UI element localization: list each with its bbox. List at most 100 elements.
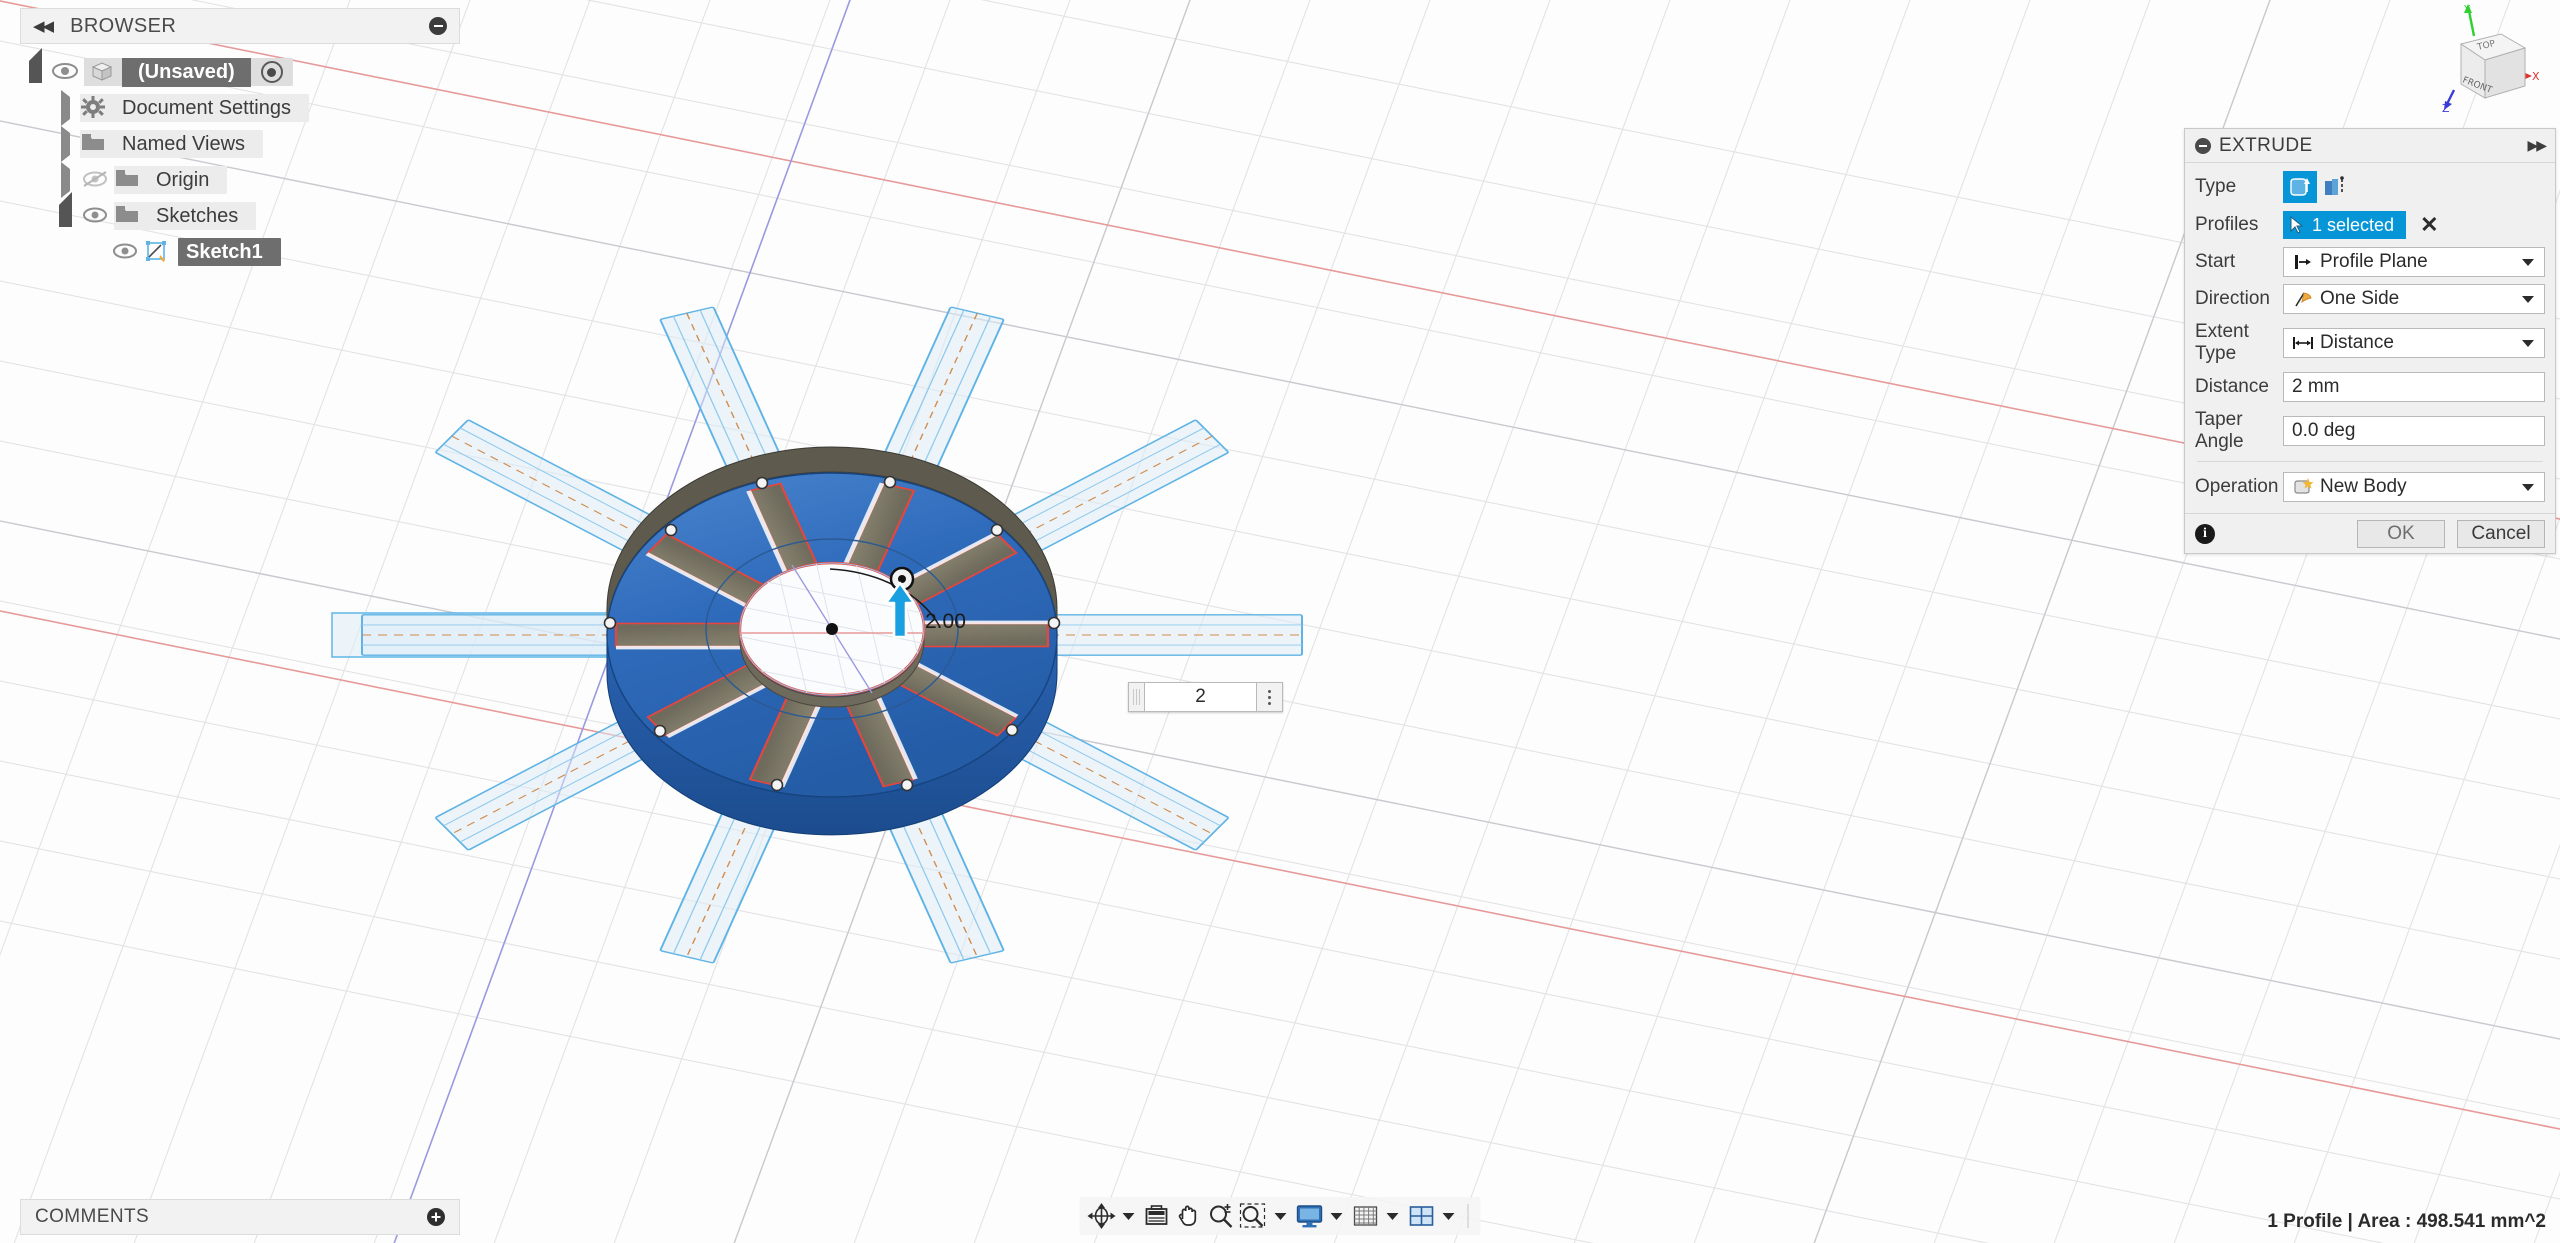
taper-extrude-icon[interactable] (2317, 171, 2351, 203)
solid-extrude-icon[interactable] (2283, 171, 2317, 203)
browser-panel[interactable]: ◀◀ BROWSER (Unsaved) Document Settings N… (20, 8, 460, 270)
operation-dropdown[interactable]: New Body (2283, 472, 2545, 502)
chevron-down-icon[interactable] (1330, 1212, 1343, 1220)
tree-label-sketches: Sketches (156, 204, 239, 227)
chevron-down-icon[interactable] (1122, 1212, 1135, 1220)
start-dropdown[interactable]: Profile Plane (2283, 247, 2545, 277)
minus-circle-icon[interactable] (429, 17, 447, 35)
one-side-flag-icon (2290, 290, 2316, 308)
extrude-dialog-titlebar[interactable]: EXTRUDE ▶▶ (2185, 129, 2555, 163)
chevron-down-icon[interactable] (2522, 295, 2534, 303)
label-direction: Direction (2195, 288, 2270, 309)
chevron-down-icon[interactable] (2522, 258, 2534, 266)
navigation-toolbar[interactable] (1079, 1197, 1481, 1235)
browser-tree[interactable]: (Unsaved) Document Settings Named Views (20, 47, 460, 270)
start-value: Profile Plane (2320, 251, 2428, 272)
field-row-profiles: Profiles 1 selected ✕ (2195, 210, 2545, 240)
viewcube-body: TOP FRONT (2459, 33, 2527, 99)
chevron-down-icon[interactable] (1442, 1212, 1455, 1220)
close-x-icon[interactable]: ✕ (2420, 214, 2438, 236)
ok-button[interactable]: OK (2357, 519, 2445, 548)
new-body-icon (2290, 477, 2316, 497)
kebab-menu-icon[interactable] (1257, 682, 1283, 712)
sketch-pencil-icon (144, 239, 178, 265)
chevron-down-icon[interactable] (2522, 339, 2534, 347)
browser-header: ◀◀ BROWSER (20, 8, 460, 44)
display-settings-icon[interactable] (1294, 1199, 1326, 1233)
drag-grip-icon[interactable] (1128, 682, 1144, 712)
tree-item-named-views[interactable]: Named Views (20, 125, 460, 162)
minus-circle-icon[interactable] (2195, 137, 2211, 154)
cancel-button[interactable]: Cancel (2457, 519, 2545, 548)
orbit-icon[interactable] (1086, 1199, 1118, 1233)
expander-closed-icon[interactable] (50, 89, 80, 126)
extent-type-dropdown[interactable]: Distance (2283, 328, 2545, 358)
label-profiles: Profiles (2195, 214, 2259, 235)
label-type: Type (2195, 176, 2237, 197)
chevron-down-icon[interactable] (2522, 483, 2534, 491)
profile-plane-icon (2290, 253, 2316, 271)
gear-icon (80, 95, 114, 121)
info-circle-icon[interactable]: i (2195, 523, 2215, 544)
extrude-dialog[interactable]: EXTRUDE ▶▶ Type Profiles 1 selected ✕ St… (2184, 128, 2556, 554)
active-component-radio[interactable] (260, 61, 283, 83)
folder-icon (80, 131, 114, 157)
comments-bar[interactable]: COMMENTS (20, 1199, 460, 1235)
expander-open-icon[interactable] (20, 47, 50, 84)
browser-title: BROWSER (70, 14, 177, 37)
field-row-start: Start Profile Plane (2195, 247, 2545, 277)
expander-closed-icon[interactable] (50, 125, 80, 162)
field-row-taper-angle: Taper Angle 0.0 deg (2195, 409, 2545, 453)
eye-visible-icon[interactable] (110, 241, 144, 263)
label-start: Start (2195, 251, 2236, 272)
toolbar-divider (1467, 1204, 1469, 1228)
operation-value: New Body (2320, 476, 2407, 497)
tree-item-sketches[interactable]: Sketches (20, 191, 460, 234)
double-left-arrow-icon[interactable]: ◀◀ (33, 17, 54, 35)
field-row-type: Type (2195, 171, 2545, 203)
extrude-dialog-title: EXTRUDE (2219, 134, 2313, 156)
dimension-label: 2.00 (925, 610, 966, 633)
tree-label-origin: Origin (156, 168, 210, 191)
tree-item-origin[interactable]: Origin (20, 161, 460, 198)
eye-visible-icon[interactable] (80, 205, 114, 227)
grid-snap-icon[interactable] (1350, 1199, 1382, 1233)
folder-icon (114, 203, 148, 229)
svg-text:Z: Z (2442, 102, 2450, 114)
pan-hand-icon[interactable] (1174, 1199, 1204, 1233)
tree-label-document-settings: Document Settings (122, 96, 291, 119)
cursor-arrow-icon (2289, 216, 2305, 234)
profiles-selection-chip[interactable]: 1 selected (2283, 211, 2407, 239)
chevron-down-icon[interactable] (1274, 1212, 1287, 1220)
label-extent-type: Extent Type (2195, 321, 2249, 364)
field-row-extent-type: Extent Type Distance (2195, 321, 2545, 365)
expander-closed-icon[interactable] (50, 161, 80, 198)
look-at-icon[interactable] (1142, 1199, 1172, 1233)
plus-circle-icon[interactable] (427, 1208, 445, 1226)
zoom-magnifier-icon[interactable] (1206, 1199, 1236, 1233)
tree-item-unsaved[interactable]: (Unsaved) (20, 47, 460, 90)
eye-visible-icon[interactable] (50, 61, 84, 83)
expander-open-icon[interactable] (50, 191, 80, 228)
double-right-arrow-icon[interactable]: ▶▶ (2527, 137, 2546, 154)
chevron-down-icon[interactable] (1386, 1212, 1399, 1220)
distance-input[interactable]: 2 mm (2283, 372, 2545, 402)
folder-icon (114, 167, 148, 193)
distance-arrows-icon (2290, 334, 2316, 352)
tree-item-sketch1[interactable]: Sketch1 (20, 234, 460, 270)
viewport-layout-icon[interactable] (1406, 1199, 1438, 1233)
eye-hidden-icon[interactable] (80, 169, 114, 191)
comments-label: COMMENTS (35, 1206, 150, 1227)
field-row-operation: Operation New Body (2195, 472, 2545, 502)
extrude-dialog-body[interactable]: Type Profiles 1 selected ✕ Start Profile… (2185, 163, 2555, 513)
direction-dropdown[interactable]: One Side (2283, 284, 2545, 314)
view-cube[interactable]: Y X Z TOP FRONT (2404, 2, 2554, 115)
field-row-distance: Distance 2 mm (2195, 372, 2545, 402)
taper-angle-input[interactable]: 0.0 deg (2283, 416, 2545, 446)
field-row-direction: Direction One Side (2195, 284, 2545, 314)
distance-value-box[interactable]: 2 (1128, 682, 1283, 712)
tree-item-document-settings[interactable]: Document Settings (20, 89, 460, 126)
label-operation: Operation (2195, 476, 2279, 497)
zoom-window-icon[interactable] (1238, 1199, 1270, 1233)
distance-value-input[interactable]: 2 (1144, 682, 1257, 712)
